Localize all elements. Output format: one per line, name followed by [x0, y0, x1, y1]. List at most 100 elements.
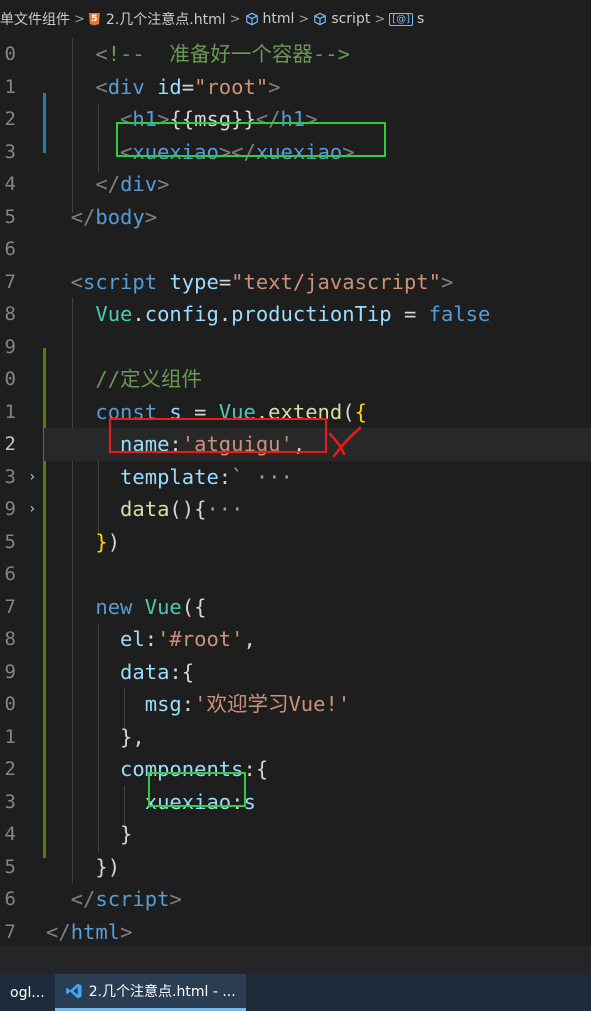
line-number: 5 [4, 205, 16, 228]
code-token: div [120, 172, 158, 196]
line-number: 2 [4, 433, 16, 455]
code-token: } [46, 529, 108, 554]
code-token: productionTip [231, 302, 392, 326]
breadcrumb-item[interactable]: 单文件组件 [0, 9, 70, 29]
line-number: 7 [4, 270, 16, 293]
taskbar-item-vscode[interactable]: 2.几个注意点.html - ... [54, 974, 246, 1011]
breadcrumb-item[interactable]: html [245, 11, 294, 27]
breadcrumb-label: s [417, 11, 425, 27]
code-editor[interactable]: 0 <!-- 准备好一个容器--> 1 <div id="root"> 2 <h1>… [0, 38, 591, 946]
code-token: '#root' [157, 627, 244, 651]
code-token: el [46, 627, 145, 651]
line-number: 9 [4, 498, 16, 520]
code-line[interactable]: 2 components:{ [0, 753, 591, 786]
windows-taskbar: ogl... 2.几个注意点.html - ... [0, 974, 591, 1011]
code-line[interactable]: 4 </div> [0, 168, 591, 201]
code-line[interactable]: 5 </body> [0, 201, 591, 234]
code-line[interactable]: 5 }) [0, 851, 591, 884]
code-token: > [120, 919, 133, 944]
line-number: 9 [4, 660, 16, 683]
code-line[interactable]: 0 //定义组件 [0, 363, 591, 396]
line-number: 0 [4, 43, 16, 65]
code-text: </body> [46, 201, 157, 234]
line-number: 0 [4, 368, 16, 390]
fold-chevron-icon[interactable]: › [28, 461, 36, 494]
code-token: ( [342, 399, 355, 424]
line-number: 5 [4, 530, 16, 553]
code-token: Vue [46, 302, 133, 326]
highlight-box-name-property [109, 418, 327, 453]
code-token: ` [231, 464, 244, 489]
horizontal-scrollbar[interactable] [0, 946, 591, 974]
code-line[interactable]: 6 </script> [0, 883, 591, 916]
code-token: template [46, 464, 219, 489]
code-line[interactable]: 9 › data(){··· [0, 493, 591, 526]
code-token: : [144, 627, 158, 651]
line-number: 2 [4, 108, 16, 130]
code-line[interactable]: 9 [0, 331, 591, 364]
code-token: : [181, 692, 195, 716]
code-token: > [268, 74, 281, 99]
code-token: new [46, 594, 145, 619]
code-token: data [46, 659, 170, 684]
code-line[interactable]: 7 <script type="text/javascript"> [0, 266, 591, 299]
line-number: 6 [4, 888, 16, 910]
variable-icon: [@] [389, 12, 414, 26]
line-number: 3 [4, 465, 16, 488]
code-token: html [70, 919, 121, 944]
code-text: }) [46, 526, 120, 559]
breadcrumb-item[interactable]: script [313, 11, 370, 27]
breadcrumb-separator: > [374, 11, 386, 27]
code-token: false [428, 302, 491, 326]
taskbar-item-label: 2.几个注意点.html - ... [88, 984, 236, 1000]
code-token: config [144, 302, 219, 326]
cube-icon [245, 12, 258, 26]
code-line[interactable]: 7 </html> [0, 916, 591, 947]
code-line[interactable]: 8 Vue.config.productionTip = false [0, 298, 591, 331]
breadcrumb-item[interactable]: [@] s [389, 11, 424, 27]
line-number: 6 [4, 238, 16, 260]
breadcrumb: 单文件组件 >5 2.几个注意点.html > html > script > [@] s [0, 0, 591, 38]
code-text: data(){··· [46, 493, 243, 526]
code-line[interactable]: 3 › template:` ··· [0, 461, 591, 494]
code-token: msg [46, 692, 182, 716]
code-token: "text/javascript" [231, 269, 441, 294]
code-token: > [144, 204, 158, 229]
code-token: "root" [194, 74, 269, 99]
code-token: > [157, 172, 170, 196]
breadcrumb-separator: > [74, 11, 85, 27]
breadcrumb-separator: > [229, 11, 241, 27]
code-line[interactable]: 6 [0, 233, 591, 266]
code-token: body [95, 204, 145, 229]
code-token: (){ [169, 497, 207, 521]
code-line[interactable]: 0 <!-- 准备好一个容器--> [0, 38, 591, 71]
line-number: 7 [4, 595, 16, 618]
fold-chevron-icon[interactable]: › [28, 493, 36, 526]
code-line[interactable]: 6 [0, 558, 591, 591]
code-line[interactable]: 3 xuexiao:s [0, 786, 591, 819]
code-text: data:{ [46, 656, 194, 689]
line-number: 8 [4, 303, 16, 325]
code-line[interactable]: 1 <div id="root"> [0, 71, 591, 104]
code-text: <script type="text/javascript"> [46, 266, 454, 299]
line-number: 8 [4, 628, 16, 650]
code-token: :{ [169, 659, 195, 684]
taskbar-item-label: ogl... [10, 984, 45, 1001]
code-token: = [181, 74, 195, 99]
code-line[interactable]: 4 } [0, 818, 591, 851]
breadcrumb-label: 单文件组件 [0, 12, 70, 28]
code-line[interactable]: 8 el:'#root', [0, 623, 591, 656]
taskbar-item[interactable]: ogl... [0, 974, 55, 1011]
code-line[interactable]: 9 data:{ [0, 656, 591, 689]
highlight-box-xuexiao-key [148, 772, 246, 807]
breadcrumb-item[interactable]: 5 2.几个注意点.html [88, 9, 226, 29]
code-line[interactable]: 7 new Vue({ [0, 591, 591, 624]
code-text: </div> [46, 168, 169, 201]
line-number: 0 [4, 693, 16, 715]
vscode-icon [65, 983, 82, 999]
code-line[interactable]: 1 }, [0, 721, 591, 754]
line-number: 1 [4, 725, 16, 748]
code-text: </html> [46, 916, 132, 947]
code-line[interactable]: 5 }) [0, 526, 591, 559]
code-line[interactable]: 0 msg:'欢迎学习Vue!' [0, 688, 591, 721]
